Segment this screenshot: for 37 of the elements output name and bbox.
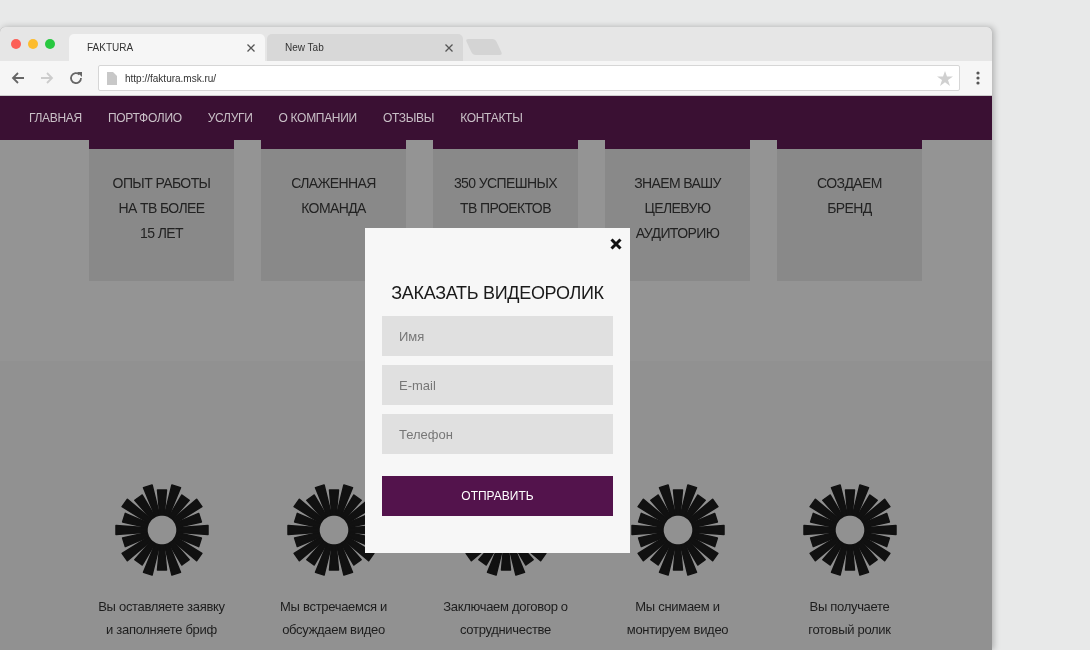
step-text: Заключаем договор о сотрудничестве (443, 598, 568, 639)
reload-icon[interactable] (68, 70, 84, 86)
browser-tab[interactable]: FAKTURA (69, 34, 265, 61)
back-arrow-icon[interactable] (10, 70, 26, 86)
feature-text: СОЗДАЕМ БРЕНД (817, 174, 882, 218)
menu-icon[interactable] (976, 71, 980, 85)
close-tab-icon[interactable] (445, 43, 453, 52)
input-field[interactable]: Телефон (382, 414, 613, 454)
step-text: Мы встречаемся и обсуждаем видео (280, 598, 387, 639)
nav-link[interactable]: ОТЗЫВЫ (382, 111, 435, 125)
input-field[interactable]: Имя (382, 316, 613, 356)
sunburst-icon (802, 483, 897, 577)
tab-title: FAKTURA (87, 42, 134, 53)
submit-button[interactable]: ОТПРАВИТЬ (382, 476, 613, 516)
close-tab-icon[interactable] (247, 43, 255, 52)
sunburst-icon (630, 483, 725, 577)
page-icon (107, 71, 117, 85)
feature-text: СЛАЖЕННАЯ КОМАНДА (291, 174, 376, 218)
address-field[interactable]: http://faktura.msk.ru/ (98, 65, 960, 91)
feature-text: 350 УСПЕШНЫХ ТВ ПРОЕКТОВ (453, 174, 558, 218)
input-field[interactable]: E-mail (382, 365, 613, 405)
dialog-title: ЗАКАЗАТЬ ВИДЕОРОЛИК (390, 283, 605, 304)
step-text: Мы снимаем и монтируем видео (626, 598, 729, 639)
close-icon[interactable] (610, 238, 622, 250)
feature-text: ОПЫТ РАБОТЫ НА ТВ БОЛЕЕ 15 ЛЕТ (112, 174, 211, 243)
nav-link[interactable]: ПОРТФОЛИО (107, 111, 182, 125)
sunburst-icon (114, 483, 209, 577)
feature-text: ЗНАЕМ ВАШУ ЦЕЛЕВУЮ АУДИТОРИЮ (634, 174, 721, 243)
star-icon[interactable] (937, 70, 953, 86)
nav-link[interactable]: ГЛАВНАЯ (29, 111, 82, 125)
browser-tab[interactable]: New Tab (267, 34, 463, 61)
step-text: Вы оставляете заявку и заполняете бриф (98, 598, 225, 639)
step-text: Вы получаете готовый ролик (808, 598, 891, 639)
nav-link[interactable]: УСЛУГИ (207, 111, 253, 125)
nav-link[interactable]: КОНТАКТЫ (460, 111, 523, 125)
tab-title: New Tab (285, 42, 324, 53)
nav-link[interactable]: О КОМПАНИИ (278, 111, 357, 125)
